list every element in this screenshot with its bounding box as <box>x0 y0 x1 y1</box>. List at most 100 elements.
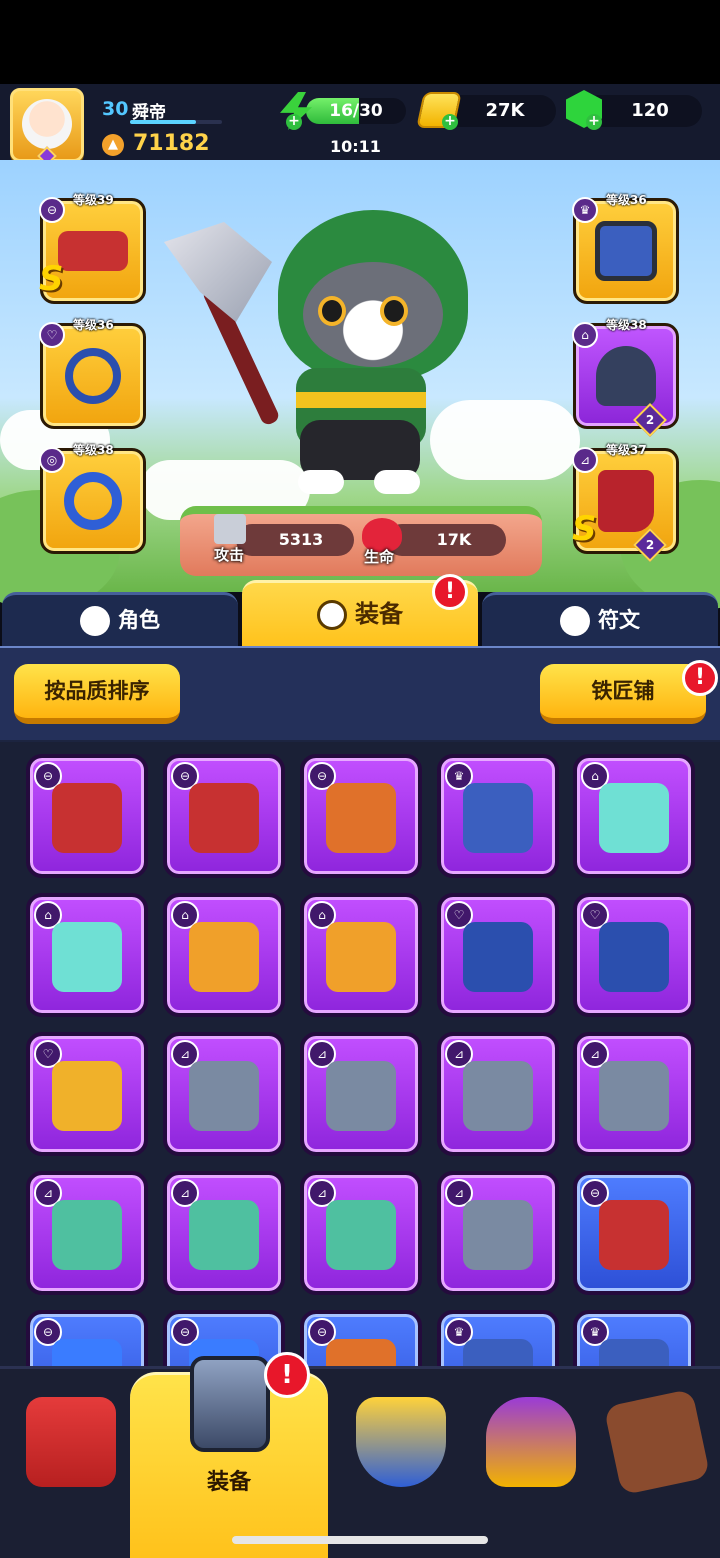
avatar-face <box>22 99 72 149</box>
blacksmith-alert: ! <box>682 660 718 696</box>
boots-icon <box>463 1200 533 1271</box>
tab-label: 装备 <box>355 600 403 628</box>
sort-by-quality-button[interactable]: 按品质排序 <box>14 664 180 724</box>
nav-board-icon[interactable] <box>603 1388 711 1496</box>
attack-stat: 5313 <box>236 524 354 556</box>
weapon-icon <box>326 783 396 854</box>
inventory-item-bow[interactable]: ⊖ <box>26 754 148 878</box>
slot-level: 等级37 <box>606 443 647 457</box>
inventory-item-shoes[interactable]: ⊿ <box>300 1171 422 1295</box>
inventory-item-armor[interactable]: ♛ <box>573 1310 695 1366</box>
ring-icon <box>64 472 122 530</box>
armor-icon <box>599 1339 669 1366</box>
character-icon <box>80 606 110 636</box>
inventory-item-amulet[interactable]: ♡ <box>573 893 695 1017</box>
status-bar <box>0 0 720 84</box>
inventory-item-bow[interactable]: ⊖ <box>573 1171 695 1295</box>
bow-icon <box>189 783 259 854</box>
player-avatar[interactable] <box>10 88 84 166</box>
armor-type-icon: ♛ <box>572 197 598 223</box>
boots-icon <box>326 1061 396 1132</box>
inventory-item-staff[interactable]: ⊖ <box>26 1310 148 1366</box>
add-energy-icon[interactable]: + <box>286 114 302 130</box>
tab-runes[interactable]: 符文 <box>482 592 718 646</box>
cat-foot-right <box>374 470 420 494</box>
xp-fill <box>130 120 197 124</box>
grade-badge: S <box>39 259 64 299</box>
tab-equipment-alert: ! <box>432 574 468 610</box>
shoes-icon <box>189 1200 259 1271</box>
nav-shop-icon[interactable] <box>26 1397 116 1487</box>
staff-icon <box>52 1339 122 1366</box>
nav-shield-icon[interactable] <box>356 1397 446 1487</box>
inventory-item-bracelet[interactable]: ♡ <box>26 1032 148 1156</box>
attack-label: 攻击 <box>214 546 245 564</box>
equip-slot-boots[interactable]: 等级37 ⊿ S 2 <box>572 443 679 562</box>
star-count: 2 <box>645 413 655 427</box>
slot-level: 等级36 <box>606 193 647 207</box>
inventory-item-bow[interactable]: ⊖ <box>163 754 285 878</box>
coin-value: 27K <box>485 100 525 121</box>
nav-armor-icon <box>190 1356 270 1452</box>
add-gem-icon[interactable]: + <box>586 114 602 130</box>
boots-icon <box>463 1061 533 1132</box>
equip-slot-ring[interactable]: 等级38 ◎ <box>39 443 146 554</box>
inventory-item-shoes[interactable]: ⊿ <box>163 1171 285 1295</box>
attack-icon <box>214 514 246 544</box>
inventory-item-boots[interactable]: ⊿ <box>573 1032 695 1156</box>
inventory-item-boots[interactable]: ⊿ <box>437 1171 559 1295</box>
armor-icon <box>595 221 657 281</box>
inventory-item-crown[interactable]: ⌂ <box>26 893 148 1017</box>
home-indicator[interactable] <box>232 1536 488 1544</box>
energy-value: 16/30 <box>329 101 383 121</box>
inventory-item-boots[interactable]: ⊿ <box>163 1032 285 1156</box>
tab-bar: 角色 装备 符文 ! <box>0 574 720 648</box>
amulet-type-icon: ♡ <box>39 322 65 348</box>
boots-type-icon: ⊿ <box>572 447 598 473</box>
add-coin-icon[interactable]: + <box>442 114 458 130</box>
blacksmith-button[interactable]: 铁匠铺 <box>540 664 706 724</box>
tab-label: 角色 <box>118 608 160 632</box>
nav-trophy-icon[interactable] <box>486 1397 576 1487</box>
ring-type-icon: ◎ <box>39 447 65 473</box>
amulet-icon <box>599 922 669 993</box>
bottom-nav <box>0 1366 720 1558</box>
tab-character[interactable]: 角色 <box>2 592 238 646</box>
inventory-item-boots[interactable]: ⊿ <box>437 1032 559 1156</box>
helmet-icon <box>189 922 259 993</box>
equip-slot-amulet[interactable]: 等级36 ♡ <box>39 318 146 429</box>
slot-level: 等级36 <box>73 318 114 332</box>
equip-slot-armor[interactable]: 等级36 ♛ <box>572 193 679 304</box>
cat-eye-right <box>380 296 408 326</box>
boots-icon <box>598 470 654 532</box>
boots-icon <box>189 1061 259 1132</box>
inventory-item-boots[interactable]: ⊿ <box>300 1032 422 1156</box>
hp-value: 17K <box>436 530 472 549</box>
inventory-item-armor[interactable]: ♛ <box>437 754 559 878</box>
inventory-item-shoes[interactable]: ⊿ <box>26 1171 148 1295</box>
cat-foot-left <box>298 470 344 494</box>
tab-label: 符文 <box>598 608 640 632</box>
inventory-item-amulet[interactable]: ♡ <box>437 893 559 1017</box>
equip-slot-helmet[interactable]: 等级38 ⌂ 2 <box>572 318 679 437</box>
crown-icon <box>52 922 122 993</box>
helmet-icon <box>596 346 656 406</box>
inventory-item-armor[interactable]: ♛ <box>437 1310 559 1366</box>
inventory-item-weapon[interactable]: ⊖ <box>300 754 422 878</box>
shoes-icon <box>326 1200 396 1271</box>
crown-icon <box>599 783 669 854</box>
armor-icon <box>463 1339 533 1366</box>
rune-icon <box>560 606 590 636</box>
boots-icon <box>599 1061 669 1132</box>
inventory-item-helmet[interactable]: ⌂ <box>163 893 285 1017</box>
inventory-item-weapon[interactable]: ⊖ <box>300 1310 422 1366</box>
power-value: 71182 <box>133 131 210 156</box>
equip-slot-weapon[interactable]: 等级39 ⊖ S <box>39 193 146 304</box>
hp-stat: 17K <box>386 524 506 556</box>
inventory-grid: ⊖ ⊖ ⊖ ♛ ⌂ ⌂ ⌂ ⌂ ♡ ♡ ♡ ⊿ ⊿ ⊿ ⊿ ⊿ ⊿ ⊿ ⊿ ⊖ ⊖ ⊖ ⊖ ♛ ♛ <box>0 742 720 1366</box>
inventory-item-helmet[interactable]: ⌂ <box>300 893 422 1017</box>
inventory-item-crown[interactable]: ⌂ <box>573 754 695 878</box>
weapon-icon <box>326 1339 396 1366</box>
bracelet-icon <box>52 1061 122 1132</box>
energy-timer: 10:11 <box>330 137 381 156</box>
